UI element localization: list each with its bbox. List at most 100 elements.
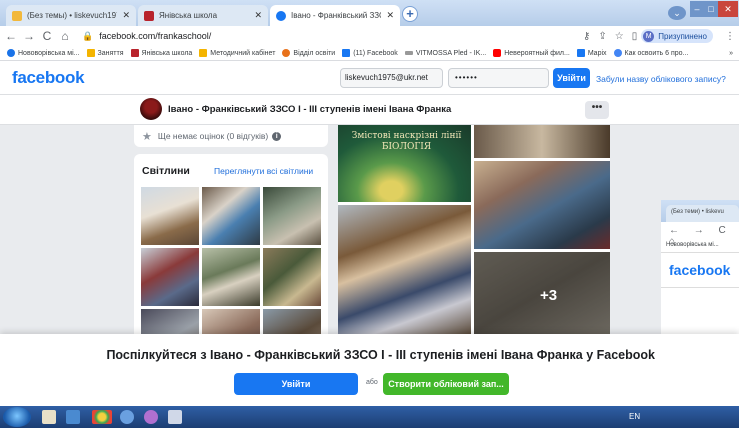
post-photo-gallery: Змістові наскрізні лінії БІОЛОГІЯ +3 xyxy=(338,125,610,334)
photo-thumbnail[interactable] xyxy=(263,248,321,306)
page-avatar[interactable] xyxy=(140,98,162,120)
school-icon xyxy=(130,49,139,57)
star-icon[interactable]: ☆ xyxy=(615,31,624,42)
photo-thumbnail[interactable] xyxy=(141,248,199,306)
start-button[interactable] xyxy=(3,407,31,427)
bookmark-item[interactable]: Mapix xyxy=(576,49,607,57)
background-tab-bar: (Без теми) • liskevu xyxy=(661,200,739,222)
background-tab[interactable]: (Без теми) • liskevu xyxy=(666,205,739,222)
tab-mail[interactable]: (Без темы) • liskevuch1975@ukr.net ✕ xyxy=(6,5,136,26)
folder-icon xyxy=(86,49,95,57)
create-account-button[interactable]: Створити обліковий зап... xyxy=(383,373,509,395)
bookmark-item[interactable]: VITMOSSA Pled - IK... xyxy=(404,50,486,57)
facebook-icon xyxy=(576,49,585,57)
browser-tab-bar: (Без темы) • liskevuch1975@ukr.net ✕ Яні… xyxy=(0,0,739,26)
bookmark-item[interactable]: Нововорівська мі... xyxy=(7,49,80,57)
sidepanel-icon[interactable]: ▯ xyxy=(632,31,638,42)
tab-facebook[interactable]: Івано - Франківський ЗЗСО І - ІІ ✕ xyxy=(270,5,400,26)
facebook-logo[interactable]: facebook xyxy=(12,68,85,88)
photo-thumbnail[interactable] xyxy=(263,309,321,334)
bookmark-item[interactable]: Янівська школа xyxy=(130,49,192,57)
gallery-photo[interactable] xyxy=(474,125,610,158)
photo-thumbnail[interactable] xyxy=(202,187,260,245)
forward-icon[interactable]: → xyxy=(22,29,36,43)
more-photos-count[interactable]: +3 xyxy=(540,287,557,304)
close-tab-icon[interactable]: ✕ xyxy=(122,10,130,21)
email-field[interactable]: liskevuch1975@ukr.net xyxy=(340,68,443,88)
info-icon[interactable]: i xyxy=(272,131,282,141)
gallery-photo[interactable] xyxy=(338,205,471,334)
media-icon[interactable] xyxy=(66,410,80,424)
back-icon[interactable]: ← xyxy=(4,29,18,43)
folder-icon xyxy=(199,49,208,57)
gallery-photo[interactable] xyxy=(474,161,610,249)
rating-row: ★ Ще немає оцінок (0 відгуків) i xyxy=(134,125,328,147)
app-icon[interactable] xyxy=(144,410,158,424)
background-bookmark[interactable]: Нововорівська мі... xyxy=(666,242,719,248)
photo-thumbnail[interactable] xyxy=(202,309,260,334)
photo-thumbnail[interactable] xyxy=(263,187,321,245)
photo-thumbnail[interactable] xyxy=(141,187,199,245)
facebook-header: facebook liskevuch1975@ukr.net •••••• Ув… xyxy=(0,61,739,95)
tab-school[interactable]: Янівська школа ✕ xyxy=(138,5,268,26)
forgot-account-link[interactable]: Забули назву облікового запису? xyxy=(596,74,726,84)
url-field[interactable]: 🔒 facebook.com/frankaschool/ xyxy=(82,31,579,42)
google-icon xyxy=(613,49,622,57)
book-cover-text: Змістові наскрізні лінії БІОЛОГІЯ xyxy=(351,131,462,152)
menu-kebab-icon[interactable]: ⋮ xyxy=(725,31,735,42)
language-indicator[interactable]: EN xyxy=(629,412,640,421)
new-tab-button[interactable]: + xyxy=(402,6,418,22)
or-label: або xyxy=(366,379,378,386)
facebook-favicon-icon xyxy=(276,10,286,21)
page-header: Івано - Франківський ЗЗСО І - ІІІ ступен… xyxy=(0,95,739,125)
maximize-icon[interactable]: □ xyxy=(704,1,718,17)
background-facebook-logo: facebook xyxy=(669,262,731,278)
address-bar: ← → C ⌂ 🔒 facebook.com/frankaschool/ ⚷ ⇪ … xyxy=(0,26,739,46)
star-icon: ★ xyxy=(142,130,152,143)
app-icon[interactable] xyxy=(168,410,182,424)
chevron-down-icon[interactable]: ⌄ xyxy=(668,6,686,20)
photo-thumbnail[interactable] xyxy=(202,248,260,306)
globe-icon xyxy=(7,49,15,57)
close-window-icon[interactable]: ✕ xyxy=(718,1,738,17)
explorer-icon[interactable] xyxy=(42,410,56,424)
bookmarks-more-button[interactable]: » xyxy=(729,50,733,57)
bookmark-item[interactable]: Відділ освіти xyxy=(282,49,335,57)
close-tab-icon[interactable]: ✕ xyxy=(254,10,262,21)
more-options-button[interactable]: ••• xyxy=(585,101,609,119)
bookmarks-bar: Нововорівська мі... Заняття Янівська шко… xyxy=(0,46,739,61)
see-all-photos-link[interactable]: Переглянути всі світлини xyxy=(214,166,313,176)
photos-card: Світлини Переглянути всі світлини xyxy=(134,154,328,334)
facebook-icon xyxy=(342,49,351,57)
signup-prompt-bar: Поспілкуйтеся з Івано - Франківський ЗЗС… xyxy=(0,334,739,406)
bookmark-item[interactable]: Как освоить 6 про... xyxy=(613,49,688,57)
gallery-photo[interactable]: Змістові наскрізні лінії БІОЛОГІЯ xyxy=(338,125,471,202)
lock-icon: 🔒 xyxy=(82,30,94,41)
profile-button[interactable]: M Призупинено xyxy=(641,29,713,43)
chrome-icon[interactable] xyxy=(92,410,112,424)
minimize-icon[interactable]: – xyxy=(690,1,704,17)
photos-heading: Світлини xyxy=(142,165,190,177)
password-field[interactable]: •••••• xyxy=(448,68,549,88)
key-icon[interactable]: ⚷ xyxy=(583,31,590,42)
youtube-icon xyxy=(493,49,502,57)
bookmark-item[interactable]: (11) Facebook xyxy=(342,49,398,57)
bookmark-item[interactable]: Невероятный фил... xyxy=(493,49,570,57)
bookmark-item[interactable]: Методичний кабінет xyxy=(199,49,275,57)
home-icon[interactable]: ⌂ xyxy=(58,29,72,43)
app-icon[interactable] xyxy=(120,410,134,424)
background-browser-window[interactable]: (Без теми) • liskevu ← → C ⌂ Нововорівсь… xyxy=(661,200,739,334)
site-icon xyxy=(404,51,413,55)
school-favicon-icon xyxy=(144,10,154,21)
login-button[interactable]: Увійти xyxy=(234,373,358,395)
close-tab-icon[interactable]: ✕ xyxy=(386,10,394,21)
page-title[interactable]: Івано - Франківський ЗЗСО І - ІІІ ступен… xyxy=(168,104,451,115)
mail-favicon-icon xyxy=(12,10,22,21)
photo-thumbnail[interactable] xyxy=(141,309,199,334)
reload-icon[interactable]: C xyxy=(40,29,54,43)
bookmark-item[interactable]: Заняття xyxy=(86,49,124,57)
login-button[interactable]: Увійти xyxy=(553,68,590,88)
avatar: M xyxy=(643,30,655,42)
share-icon[interactable]: ⇪ xyxy=(598,31,606,42)
rating-text: Ще немає оцінок (0 відгуків) xyxy=(157,131,269,141)
